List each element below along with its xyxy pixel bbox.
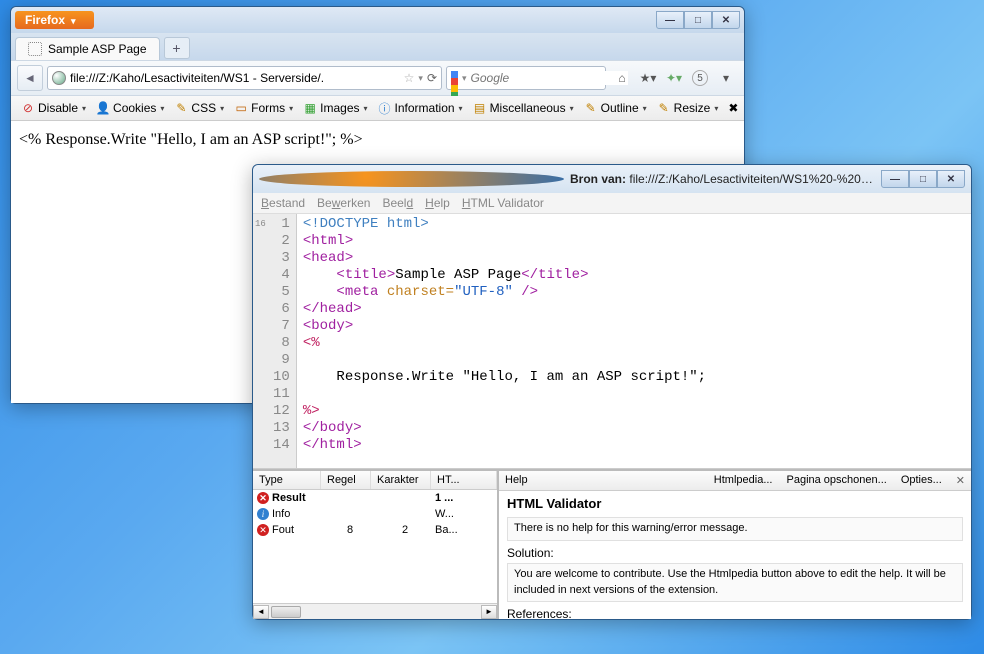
page-icon: [28, 42, 42, 56]
window-controls: — □ ✕: [656, 11, 740, 29]
horizontal-scrollbar[interactable]: ◄ ►: [253, 603, 497, 619]
col-html[interactable]: HT...: [431, 471, 497, 489]
search-bar[interactable]: ▾: [446, 66, 606, 90]
menu-validator[interactable]: HTML Validator: [462, 196, 544, 210]
error-icon: ✕: [257, 492, 269, 504]
globe-icon: [52, 71, 66, 85]
url-bar[interactable]: ☆ ▾ ⟳: [47, 66, 442, 90]
col-char[interactable]: Karakter: [371, 471, 431, 489]
counter-badge[interactable]: 5: [688, 67, 712, 89]
resize-icon: ✎: [657, 101, 671, 115]
scroll-thumb[interactable]: [271, 606, 301, 618]
help-panel-header: Help Htmlpedia... Pagina opschonen... Op…: [499, 471, 971, 491]
home-icon[interactable]: ⌂: [610, 67, 634, 89]
maximize-button[interactable]: □: [684, 11, 712, 29]
bookmarks-icon[interactable]: ★▾: [636, 67, 660, 89]
col-line[interactable]: Regel: [321, 471, 371, 489]
error-table: Type Regel Karakter HT... ✕Result1 ...iI…: [253, 471, 499, 619]
search-dropdown-icon[interactable]: ▾: [462, 73, 467, 84]
dev-forms[interactable]: ▭Forms: [230, 99, 297, 117]
dev-outline[interactable]: ✎Outline: [580, 99, 651, 117]
dropdown-icon[interactable]: ▾: [418, 73, 423, 84]
cookies-icon: 👤: [96, 101, 110, 115]
close-button[interactable]: ✕: [712, 11, 740, 29]
help-title: HTML Validator: [507, 495, 963, 513]
outline-icon: ✎: [584, 101, 598, 115]
dev-miscellaneous[interactable]: ▤Miscellaneous: [469, 99, 578, 117]
gutter-error-count: 16: [255, 216, 266, 233]
minimize-button[interactable]: —: [656, 11, 684, 29]
source-window: Bron van: file:///Z:/Kaho/Lesactiviteite…: [252, 164, 972, 620]
scroll-right-icon[interactable]: ►: [481, 605, 497, 619]
menu-view[interactable]: Beeld: [382, 196, 413, 210]
overflow-icon[interactable]: ▾: [714, 67, 738, 89]
tools-icon: ✖: [728, 101, 738, 115]
col-type[interactable]: Type: [253, 471, 321, 489]
help-tab[interactable]: Help: [505, 474, 528, 487]
star-icon[interactable]: ☆: [404, 71, 415, 85]
firefox-titlebar[interactable]: Firefox — □ ✕: [11, 7, 744, 33]
firefox-icon: [259, 171, 564, 187]
developer-toolbar: ⊘Disable 👤Cookies ✎CSS ▭Forms ▦Images ⓘI…: [11, 96, 744, 121]
dev-cookies[interactable]: 👤Cookies: [92, 99, 168, 117]
info-icon: i: [257, 508, 269, 520]
code-area[interactable]: <!DOCTYPE html><html><head> <title>Sampl…: [297, 214, 971, 468]
scroll-left-icon[interactable]: ◄: [253, 605, 269, 619]
menu-file[interactable]: Bestand: [261, 196, 305, 210]
htmlpedia-link[interactable]: Htmlpedia...: [714, 474, 773, 487]
dev-images[interactable]: ▦Images: [299, 99, 371, 117]
source-window-controls: — □ ✕: [881, 170, 965, 188]
close-panel-icon[interactable]: ✕: [956, 474, 965, 487]
firefox-menu-button[interactable]: Firefox: [15, 11, 94, 29]
dev-tools[interactable]: ✖To: [724, 99, 738, 117]
dev-css[interactable]: ✎CSS: [170, 99, 228, 117]
toolbar-icons: ⌂ ★▾ ✦▾ 5 ▾: [610, 67, 738, 89]
maximize-button[interactable]: □: [909, 170, 937, 188]
menu-help[interactable]: Help: [425, 196, 450, 210]
error-icon: ✕: [257, 524, 269, 536]
close-button[interactable]: ✕: [937, 170, 965, 188]
new-tab-button[interactable]: +: [164, 37, 190, 59]
dev-information[interactable]: ⓘInformation: [374, 99, 467, 117]
tab-active[interactable]: Sample ASP Page: [15, 37, 160, 60]
source-titlebar[interactable]: Bron van: file:///Z:/Kaho/Lesactiviteite…: [253, 165, 971, 193]
addon-icon[interactable]: ✦▾: [662, 67, 686, 89]
back-button[interactable]: ◄: [17, 65, 43, 91]
menu-edit[interactable]: Bewerken: [317, 196, 370, 210]
images-icon: ▦: [303, 101, 317, 115]
table-header: Type Regel Karakter HT...: [253, 471, 497, 490]
table-row[interactable]: iInfoW...: [253, 506, 497, 522]
navigation-bar: ◄ ☆ ▾ ⟳ ▾ ⌂ ★▾ ✦▾ 5 ▾: [11, 60, 744, 96]
css-icon: ✎: [174, 101, 188, 115]
tab-title: Sample ASP Page: [48, 42, 147, 56]
cleanup-link[interactable]: Pagina opschonen...: [787, 474, 887, 487]
forms-icon: ▭: [234, 101, 248, 115]
reload-icon[interactable]: ⟳: [427, 71, 437, 85]
dev-resize[interactable]: ✎Resize: [653, 99, 723, 117]
code-panel: 16 1234567891011121314 <!DOCTYPE html><h…: [253, 214, 971, 469]
dev-disable[interactable]: ⊘Disable: [17, 99, 90, 117]
disable-icon: ⊘: [21, 101, 35, 115]
solution-label: Solution:: [507, 545, 963, 562]
line-gutter: 16 1234567891011121314: [253, 214, 297, 468]
minimize-button[interactable]: —: [881, 170, 909, 188]
solution-text: You are welcome to contribute. Use the H…: [507, 563, 963, 602]
tab-strip: Sample ASP Page +: [11, 33, 744, 60]
source-title: Bron van: file:///Z:/Kaho/Lesactiviteite…: [570, 172, 875, 186]
table-row[interactable]: ✕Fout82Ba...: [253, 522, 497, 538]
help-message: There is no help for this warning/error …: [507, 517, 963, 540]
validator-panels: Type Regel Karakter HT... ✕Result1 ...iI…: [253, 469, 971, 619]
help-panel: Help Htmlpedia... Pagina opschonen... Op…: [499, 471, 971, 619]
search-input[interactable]: [471, 71, 628, 85]
table-body: ✕Result1 ...iInfoW...✕Fout82Ba...: [253, 490, 497, 603]
references-label: References:: [507, 606, 963, 619]
help-body: HTML Validator There is no help for this…: [499, 491, 971, 619]
google-icon: [451, 71, 458, 86]
info-icon: ⓘ: [378, 101, 392, 115]
misc-icon: ▤: [473, 101, 487, 115]
options-link[interactable]: Opties...: [901, 474, 942, 487]
table-row[interactable]: ✕Result1 ...: [253, 490, 497, 506]
source-menubar: Bestand Bewerken Beeld Help HTML Validat…: [253, 193, 971, 214]
url-input[interactable]: [70, 71, 400, 85]
